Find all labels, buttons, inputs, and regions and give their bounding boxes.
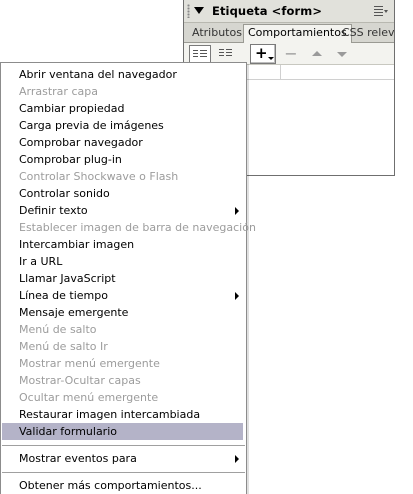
menu-item: Controlar Shockwave o Flash bbox=[1, 168, 246, 185]
menu-item[interactable]: Carga previa de imágenes bbox=[1, 117, 246, 134]
menu-item[interactable]: Línea de tiempo bbox=[1, 287, 246, 304]
panel-grip-icon[interactable] bbox=[187, 4, 190, 18]
move-up-arrow-icon[interactable] bbox=[312, 51, 322, 56]
menu-item[interactable]: Restaurar imagen intercambiada bbox=[1, 406, 246, 423]
menu-item: Menú de salto Ir bbox=[1, 338, 246, 355]
menu-item[interactable]: Definir texto bbox=[1, 202, 246, 219]
move-down-arrow-icon[interactable] bbox=[337, 52, 347, 57]
menu-item-label: Controlar Shockwave o Flash bbox=[19, 170, 179, 183]
menu-item: Mostrar menú emergente bbox=[1, 355, 246, 372]
menu-item[interactable]: Abrir ventana del navegador bbox=[1, 66, 246, 83]
menu-item[interactable]: Mensaje emergente bbox=[1, 304, 246, 321]
chevron-down-icon bbox=[268, 57, 274, 60]
menu-item[interactable]: Ir a URL bbox=[1, 253, 246, 270]
menu-item-label: Menú de salto bbox=[19, 323, 97, 336]
menu-separator bbox=[2, 445, 245, 446]
menu-item[interactable]: Llamar JavaScript bbox=[1, 270, 246, 287]
menu-item-label: Ir a URL bbox=[19, 255, 63, 268]
menu-item: Mostrar-Ocultar capas bbox=[1, 372, 246, 389]
plus-icon: + bbox=[255, 44, 268, 62]
menu-item-label: Mostrar-Ocultar capas bbox=[19, 374, 141, 387]
menu-item-label: Establecer imagen de barra de navegación bbox=[19, 221, 256, 234]
panel-header[interactable]: Etiqueta <form> bbox=[184, 0, 394, 23]
menu-item: Establecer imagen de barra de navegación bbox=[1, 219, 256, 236]
collapse-arrow-icon[interactable] bbox=[194, 7, 204, 14]
menu-item-get-more-behaviors[interactable]: Obtener más comportamientos... bbox=[1, 477, 246, 494]
menu-item-label: Mostrar eventos para bbox=[19, 452, 137, 465]
column-divider bbox=[280, 65, 281, 80]
menu-item-label: Intercambiar imagen bbox=[19, 238, 135, 251]
menu-item-label: Arrastrar capa bbox=[19, 85, 98, 98]
tab-css[interactable]: CSS releva bbox=[338, 25, 394, 43]
menu-item-label: Comprobar navegador bbox=[19, 136, 143, 149]
menu-item-list: Abrir ventana del navegador Arrastrar cap… bbox=[1, 63, 256, 440]
menu-item-label: Llamar JavaScript bbox=[19, 272, 116, 285]
submenu-arrow-icon bbox=[235, 207, 239, 215]
menu-item-label: Mostrar menú emergente bbox=[19, 357, 160, 370]
menu-item-label: Restaurar imagen intercambiada bbox=[19, 408, 201, 421]
menu-item-label: Definir texto bbox=[19, 204, 88, 217]
menu-item-label: Mensaje emergente bbox=[19, 306, 129, 319]
menu-separator bbox=[2, 472, 245, 473]
menu-item-label: Controlar sonido bbox=[19, 187, 110, 200]
menu-item: Arrastrar capa bbox=[1, 83, 246, 100]
menu-item-show-events[interactable]: Mostrar eventos para bbox=[1, 450, 246, 467]
menu-item-label: Ocultar menú emergente bbox=[19, 391, 159, 404]
show-all-events-icon[interactable] bbox=[216, 45, 238, 63]
panel-title: Etiqueta <form> bbox=[212, 4, 323, 18]
add-behavior-button[interactable]: + bbox=[250, 44, 276, 64]
tab-atributos[interactable]: Atributos bbox=[188, 25, 246, 43]
menu-item[interactable]: Cambiar propiedad bbox=[1, 100, 246, 117]
menu-item-label: Obtener más comportamientos... bbox=[19, 479, 202, 492]
menu-item-label: Validar formulario bbox=[19, 425, 117, 438]
submenu-arrow-icon bbox=[235, 455, 239, 463]
panel-options-menu-icon[interactable] bbox=[374, 6, 388, 17]
show-set-events-icon[interactable] bbox=[189, 45, 211, 63]
tab-comportamientos[interactable]: Comportamientos bbox=[243, 24, 352, 44]
menu-item-label: Comprobar plug-in bbox=[19, 153, 122, 166]
menu-item[interactable]: Validar formulario bbox=[2, 423, 243, 440]
remove-behavior-button[interactable]: − bbox=[284, 44, 298, 64]
menu-item-label: Abrir ventana del navegador bbox=[19, 68, 177, 81]
menu-item: Ocultar menú emergente bbox=[1, 389, 246, 406]
menu-item: Menú de salto bbox=[1, 321, 246, 338]
menu-item-label: Cambiar propiedad bbox=[19, 102, 125, 115]
menu-item-label: Menú de salto Ir bbox=[19, 340, 108, 353]
menu-item[interactable]: Comprobar navegador bbox=[1, 134, 246, 151]
screen: Etiqueta <form> Atributos Comportamiento… bbox=[0, 0, 413, 494]
menu-item-label: Línea de tiempo bbox=[19, 289, 108, 302]
behaviors-context-menu: Abrir ventana del navegador Arrastrar cap… bbox=[0, 62, 256, 494]
menu-item[interactable]: Intercambiar imagen bbox=[1, 236, 246, 253]
menu-item-label: Carga previa de imágenes bbox=[19, 119, 164, 132]
menu-item[interactable]: Comprobar plug-in bbox=[1, 151, 246, 168]
submenu-arrow-icon bbox=[235, 292, 239, 300]
panel-tabs: Atributos Comportamientos CSS releva bbox=[184, 23, 394, 44]
menu-item[interactable]: Controlar sonido bbox=[1, 185, 246, 202]
